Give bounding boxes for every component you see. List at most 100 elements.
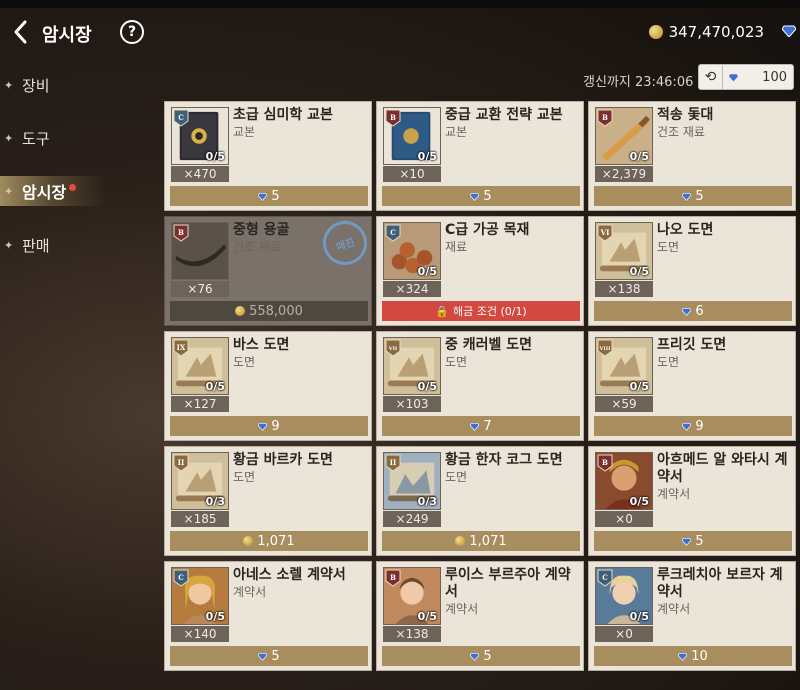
price-value: 5 <box>483 648 492 664</box>
buy-button[interactable]: 6 <box>594 301 792 321</box>
svg-text:B: B <box>602 458 608 467</box>
shop-item-card[interactable]: C 0/5 ×0 루크레치아 보르자 계약서 계약서 10 <box>588 561 796 671</box>
stock-count: 0/5 <box>417 380 437 393</box>
svg-text:B: B <box>390 573 396 582</box>
shop-item-card[interactable]: B 0/5 ×0 아흐메드 알 와타시 계약서 계약서 5 <box>588 446 796 556</box>
buy-button[interactable]: 1,071 <box>382 531 580 551</box>
item-thumbnail: II 0/3 <box>171 452 229 510</box>
item-category: 계약서 <box>445 602 479 616</box>
stock-count: 0/5 <box>417 265 437 278</box>
item-name: 초급 심미학 교본 교본 <box>233 107 369 141</box>
buy-button[interactable]: 5 <box>382 186 580 206</box>
gem-icon <box>678 652 688 661</box>
buy-button[interactable]: 5 <box>382 646 580 666</box>
buy-button[interactable]: 5 <box>170 186 368 206</box>
shop-item-card[interactable]: VI 0/5 ×138 나오 도면 도면 6 <box>588 216 796 326</box>
tier-badge-icon: B <box>597 109 613 127</box>
price-value: 10 <box>691 648 708 664</box>
shop-item-card[interactable]: II 0/3 ×185 황금 바르카 도면 도면 1,071 <box>164 446 372 556</box>
stock-count: 0/5 <box>205 380 225 393</box>
svg-text:II: II <box>178 458 185 467</box>
unlock-condition-bar[interactable]: 🔒 해금 조건 (0/1) <box>382 301 580 321</box>
stock-count: 0/5 <box>205 150 225 163</box>
help-icon[interactable]: ? <box>120 20 144 44</box>
refresh-button[interactable]: ⟲ 100 <box>698 64 794 90</box>
nav-item-equipment[interactable]: ✦ 장비 <box>0 70 150 100</box>
item-category: 교본 <box>445 125 468 139</box>
nav-item-tools[interactable]: ✦ 도구 <box>0 123 150 153</box>
item-thumbnail: B <box>171 222 229 280</box>
item-name: 루이스 부르주아 계약서 계약서 <box>445 567 581 618</box>
item-name: 중급 교환 전략 교본 교본 <box>445 107 581 141</box>
svg-text:C: C <box>602 573 608 582</box>
shop-item-card[interactable]: II 0/3 ×249 황금 한자 코그 도면 도면 1,071 <box>376 446 584 556</box>
stock-count: 0/3 <box>205 495 225 508</box>
stock-count: 0/3 <box>417 495 437 508</box>
shop-item-card[interactable]: C 0/5 ×470 초급 심미학 교본 교본 5 <box>164 101 372 211</box>
gem-icon <box>682 307 692 316</box>
tier-badge-icon: C <box>173 569 189 587</box>
price-value: 5 <box>695 533 704 549</box>
item-category: 도면 <box>657 240 680 254</box>
gem-icon <box>682 422 692 431</box>
owned-quantity: ×10 <box>383 166 441 182</box>
shop-item-card[interactable]: B ×76 중형 용골 건조 재료 매진 558,000 <box>164 215 373 326</box>
owned-quantity: ×0 <box>595 626 653 642</box>
shop-item-card[interactable]: B 0/5 ×138 루이스 부르주아 계약서 계약서 5 <box>376 561 584 671</box>
item-category: 도면 <box>445 470 468 484</box>
buy-button[interactable]: 7 <box>382 416 580 436</box>
tier-badge-icon: C <box>385 224 401 242</box>
item-category: 건조 재료 <box>657 125 705 139</box>
owned-quantity: ×470 <box>171 166 229 182</box>
coin-icon <box>455 536 466 546</box>
price-value: 1,071 <box>469 533 507 549</box>
owned-quantity: ×249 <box>383 511 441 527</box>
owned-quantity: ×59 <box>595 396 653 412</box>
nav-item-black-market[interactable]: ✦ 암시장 <box>0 176 150 206</box>
buy-button[interactable]: 9 <box>594 416 792 436</box>
refresh-cost: 100 <box>762 69 787 85</box>
buy-button[interactable]: 5 <box>170 646 368 666</box>
item-category: 재료 <box>445 240 468 254</box>
owned-quantity: ×76 <box>171 281 229 297</box>
owned-quantity: ×2,379 <box>595 166 653 182</box>
item-thumbnail: C 0/5 <box>171 107 229 165</box>
item-category: 계약서 <box>233 585 267 599</box>
item-category: 교본 <box>233 125 256 139</box>
shop-item-card[interactable]: B 0/5 ×2,379 적송 돛대 건조 재료 5 <box>588 101 796 211</box>
svg-text:VI: VI <box>600 228 610 237</box>
gem-icon <box>258 192 268 201</box>
buy-button[interactable]: 558,000 <box>170 301 368 321</box>
shop-item-card[interactable]: C 0/5 ×324 C급 가공 목재 재료 🔒 해금 조건 (0/1) <box>376 216 584 326</box>
svg-text:B: B <box>390 113 396 122</box>
stock-count: 0/5 <box>629 380 649 393</box>
owned-quantity: ×127 <box>171 396 229 412</box>
item-category: 계약서 <box>657 602 691 616</box>
item-category: 도면 <box>657 355 680 369</box>
shop-item-card[interactable]: C 0/5 ×140 아네스 소렐 계약서 계약서 5 <box>164 561 372 671</box>
shop-item-card[interactable]: B 0/5 ×10 중급 교환 전략 교본 교본 5 <box>376 101 584 211</box>
nav-item-sell[interactable]: ✦ 판매 <box>0 230 150 260</box>
tier-badge-icon: IX <box>173 339 189 357</box>
svg-text:C: C <box>390 228 396 237</box>
gem-icon <box>729 73 738 81</box>
price-value: 5 <box>271 188 280 204</box>
tier-badge-icon: B <box>173 224 189 242</box>
stock-count: 0/5 <box>629 610 649 623</box>
shop-item-card[interactable]: VIII 0/5 ×59 프리깃 도면 도면 9 <box>588 331 796 441</box>
buy-button[interactable]: 5 <box>594 186 792 206</box>
svg-text:B: B <box>602 113 608 122</box>
buy-button[interactable]: 5 <box>594 531 792 551</box>
shop-item-card[interactable]: IX 0/5 ×127 바스 도면 도면 9 <box>164 331 372 441</box>
item-name: 바스 도면 도면 <box>233 337 369 371</box>
star-icon: ✦ <box>4 238 14 252</box>
item-thumbnail: B 0/5 <box>383 567 441 625</box>
shop-item-card[interactable]: VII 0/5 ×103 중 캐러벨 도면 도면 7 <box>376 331 584 441</box>
star-icon: ✦ <box>4 184 14 198</box>
buy-button[interactable]: 9 <box>170 416 368 436</box>
back-arrow-icon[interactable] <box>10 20 32 44</box>
item-thumbnail: II 0/3 <box>383 452 441 510</box>
buy-button[interactable]: 10 <box>594 646 792 666</box>
buy-button[interactable]: 1,071 <box>170 531 368 551</box>
item-category: 도면 <box>233 470 256 484</box>
